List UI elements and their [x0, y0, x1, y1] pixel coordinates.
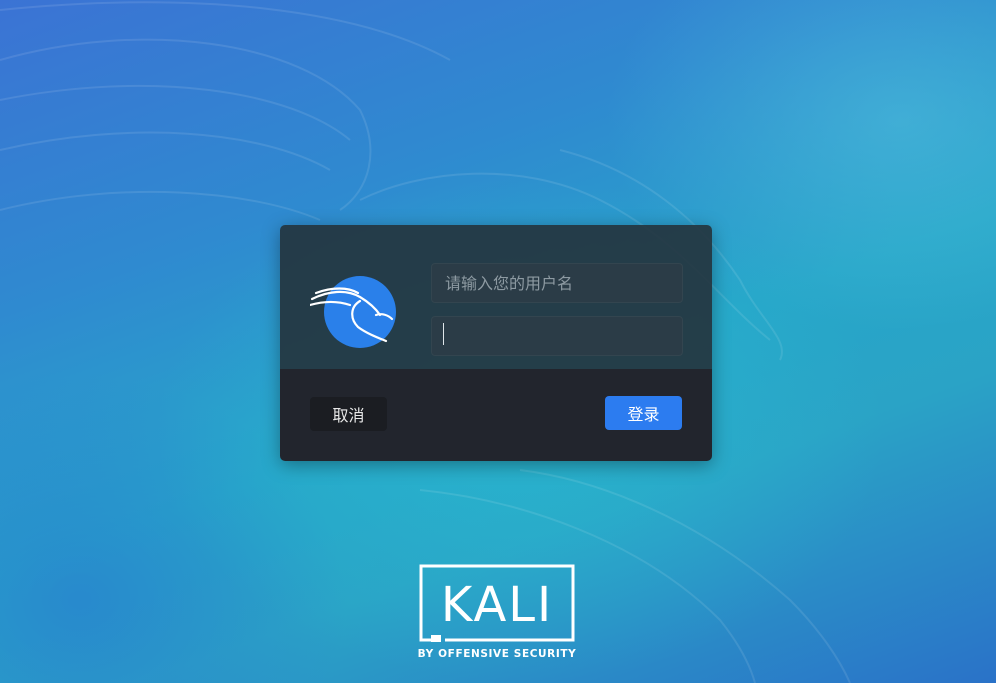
login-dialog: 取消 登录: [280, 225, 712, 461]
text-cursor: [443, 323, 444, 345]
kali-logo-text: KALI: [440, 577, 554, 633]
login-button[interactable]: 登录: [605, 396, 682, 430]
password-input[interactable]: [431, 316, 683, 356]
kali-dragon-icon: [310, 276, 396, 348]
kali-brand-logo: KALI BY OFFENSIVE SECURITY: [418, 564, 576, 662]
kali-tagline: BY OFFENSIVE SECURITY: [417, 648, 577, 660]
username-input[interactable]: [431, 263, 683, 303]
cancel-button[interactable]: 取消: [310, 397, 387, 431]
